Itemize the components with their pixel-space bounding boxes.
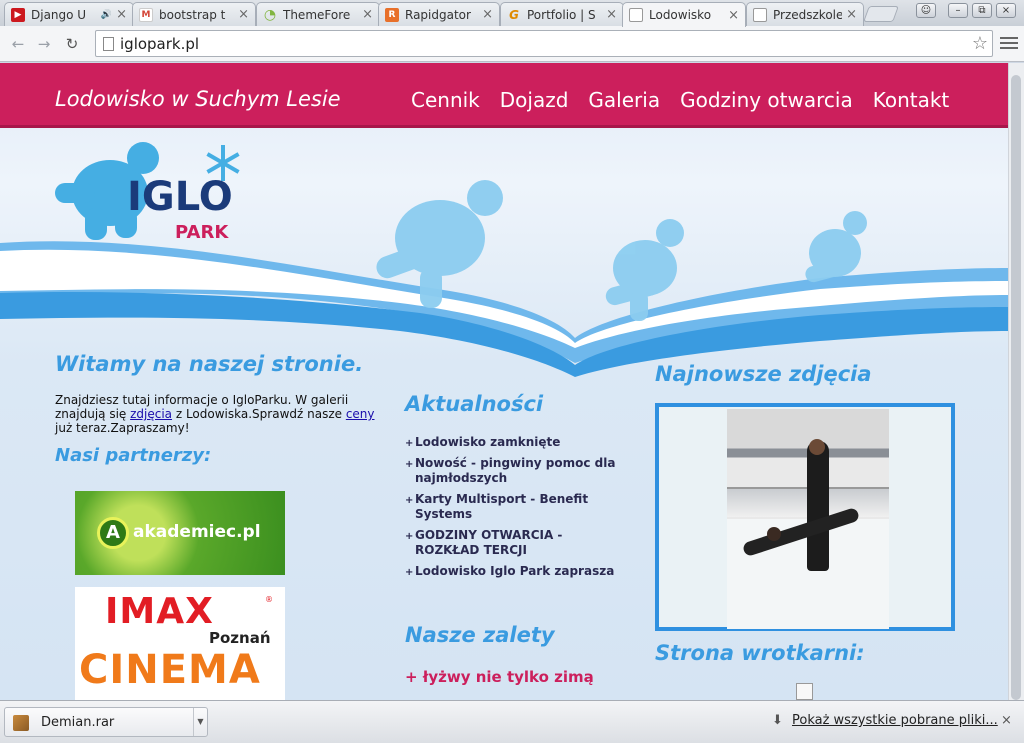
scrollbar-thumb[interactable]: [1011, 75, 1021, 700]
themeforest-icon: ◔: [263, 6, 277, 23]
tab-label: Portfolio | S: [527, 7, 596, 22]
download-item[interactable]: Demian.rar ▼: [4, 707, 208, 737]
page-icon: [753, 7, 767, 22]
site-header: Lodowisko w Suchym Lesie Cennik Dojazd G…: [0, 63, 1008, 128]
gallery-link[interactable]: zdjęcia: [130, 407, 172, 421]
latest-photos-heading: Najnowsze zdjęcia: [655, 362, 872, 386]
tab-bootstrap[interactable]: M bootstrap t ×: [132, 2, 256, 26]
minimize-button[interactable]: –: [948, 3, 968, 18]
imax-wordmark: IMAX: [105, 591, 214, 632]
forward-button[interactable]: →: [34, 34, 54, 54]
rapidgator-icon: R: [385, 7, 399, 22]
back-button[interactable]: ←: [8, 34, 28, 54]
partners-heading: Nasi partnerzy:: [55, 445, 212, 466]
advantages-heading: Nasze zalety: [405, 623, 555, 647]
close-tab-icon[interactable]: ×: [728, 8, 739, 23]
close-tab-icon[interactable]: ×: [362, 7, 373, 22]
tab-label: Przedszkole: [773, 7, 843, 22]
news-heading: Aktualności: [405, 392, 544, 416]
tab-lodowisko[interactable]: Lodowisko ×: [622, 2, 746, 27]
download-filename: Demian.rar: [41, 715, 115, 730]
news-item[interactable]: Karty Multisport - Benefit Systems: [405, 492, 620, 522]
maximize-button[interactable]: ⧉: [972, 3, 992, 18]
skater-standing: [807, 441, 829, 571]
partner-akademiec-banner[interactable]: A akademiec.pl: [75, 491, 285, 575]
iglo-park-logo[interactable]: IGLO PARK: [55, 138, 245, 248]
nav-galeria[interactable]: Galeria: [588, 88, 660, 112]
tab-przedszkole[interactable]: Przedszkole ×: [746, 2, 864, 26]
tab-strip: ▶ Django U 🔊 × M bootstrap t × ◔ ThemeFo…: [0, 0, 1024, 27]
chevron-down-icon[interactable]: ▼: [193, 708, 207, 736]
skater-head: [809, 439, 825, 455]
youtube-icon: ▶: [11, 7, 25, 22]
page-icon: [629, 8, 643, 22]
close-tab-icon[interactable]: ×: [846, 7, 857, 22]
download-shelf: Demian.rar ▼ ⬇ Pokaż wszystkie pobrane p…: [0, 700, 1024, 743]
roller-rink-heading: Strona wrotkarni:: [655, 641, 865, 665]
reload-button[interactable]: ↻: [62, 34, 82, 54]
partner-imax-banner[interactable]: IMAX ® Poznań CINEMA: [75, 587, 285, 700]
close-tab-icon[interactable]: ×: [238, 7, 249, 22]
speaker-icon: 🔊: [100, 9, 113, 20]
ice-skating-photo[interactable]: [727, 409, 889, 629]
nav-kontakt[interactable]: Kontakt: [873, 88, 950, 112]
show-all-downloads-link[interactable]: Pokaż wszystkie pobrane pliki...: [792, 713, 998, 728]
nav-cennik[interactable]: Cennik: [411, 88, 480, 112]
logo-text-park: PARK: [175, 222, 229, 243]
web-page: Lodowisko w Suchym Lesie Cennik Dojazd G…: [0, 63, 1008, 700]
skater-head: [767, 527, 781, 541]
news-item[interactable]: GODZINY OTWARCIA - ROZKŁAD TERCJI: [405, 528, 620, 558]
tab-themeforest[interactable]: ◔ ThemeFore ×: [256, 2, 380, 26]
gmail-icon: M: [139, 7, 153, 22]
imax-city: Poznań: [209, 629, 271, 647]
news-item[interactable]: Nowość - pingwiny pomoc dla najmłodszych: [405, 456, 620, 486]
latest-photo-frame[interactable]: [655, 403, 955, 631]
site-title[interactable]: Lodowisko w Suchym Lesie: [55, 87, 341, 111]
page-icon: [103, 37, 114, 51]
prices-link[interactable]: ceny: [346, 407, 375, 421]
address-bar[interactable]: iglopark.pl ☆: [95, 30, 993, 57]
close-tab-icon[interactable]: ×: [606, 7, 617, 22]
portfolio-icon: G: [509, 7, 519, 22]
bookmark-star-icon[interactable]: ☆: [972, 33, 988, 54]
close-tab-icon[interactable]: ×: [116, 7, 127, 22]
browser-toolbar: ← → ↻ iglopark.pl ☆: [0, 26, 1024, 62]
news-list: Lodowisko zamknięte Nowość - pingwiny po…: [405, 435, 620, 585]
logo-text-iglo: IGLO: [127, 174, 233, 220]
registered-mark: ®: [265, 595, 273, 604]
intro-text: Znajdziesz tutaj informacje o IgloParku.…: [55, 393, 385, 435]
nav-dojazd[interactable]: Dojazd: [500, 88, 569, 112]
tab-portfolio[interactable]: G Portfolio | S ×: [500, 2, 624, 26]
news-item[interactable]: Lodowisko zamknięte: [405, 435, 620, 451]
tab-label: bootstrap t: [159, 7, 226, 22]
imax-cinema: CINEMA: [79, 647, 261, 693]
news-item[interactable]: Lodowisko Iglo Park zaprasza: [405, 564, 620, 580]
nav-godziny-otwarcia[interactable]: Godziny otwarcia: [680, 88, 853, 112]
broken-image-icon[interactable]: [796, 683, 813, 700]
welcome-heading: Witamy na naszej stronie.: [55, 352, 364, 376]
download-icon: ⬇: [772, 713, 783, 728]
main-nav: Cennik Dojazd Galeria Godziny otwarcia K…: [411, 88, 949, 112]
tab-label: Rapidgator: [405, 7, 471, 22]
tab-django[interactable]: ▶ Django U 🔊 ×: [4, 2, 134, 26]
close-tab-icon[interactable]: ×: [482, 7, 493, 22]
archive-icon: [13, 715, 29, 731]
tab-label: Django U: [31, 7, 87, 22]
akademiec-text: akademiec.pl: [133, 522, 261, 542]
tab-label: ThemeFore: [283, 7, 351, 22]
intro-part: z Lodowiska.Sprawdź nasze: [172, 407, 346, 421]
advantage-item[interactable]: + łyżwy nie tylko zimą: [405, 668, 594, 686]
close-window-button[interactable]: ×: [996, 3, 1016, 18]
tab-rapidgator[interactable]: R Rapidgator ×: [378, 2, 500, 26]
tab-label: Lodowisko: [649, 8, 712, 22]
akademiec-logo-icon: A: [97, 517, 129, 549]
close-shelf-icon[interactable]: ×: [1001, 713, 1012, 728]
new-tab-button[interactable]: [863, 6, 899, 22]
menu-icon[interactable]: [1000, 34, 1018, 52]
url-text[interactable]: iglopark.pl: [120, 35, 199, 53]
user-icon[interactable]: ☺: [916, 3, 936, 18]
intro-part: już teraz.Zapraszamy!: [55, 421, 190, 435]
